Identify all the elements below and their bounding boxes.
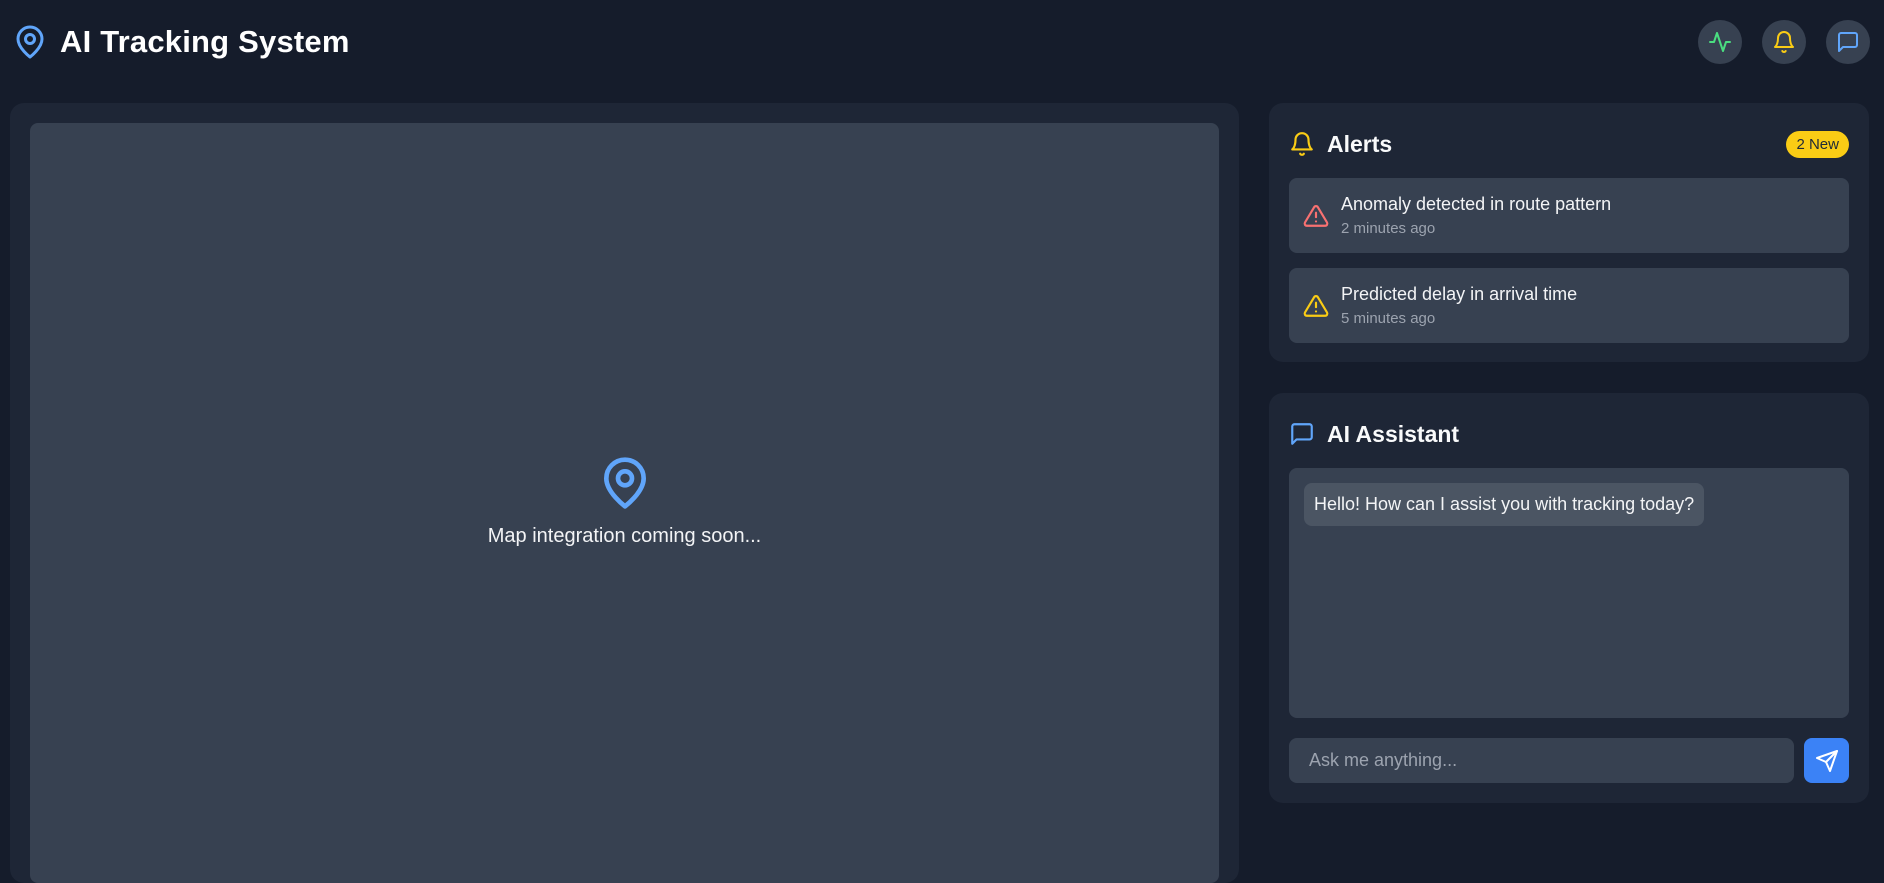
notifications-button[interactable] xyxy=(1762,20,1806,64)
alert-time: 2 minutes ago xyxy=(1341,220,1436,237)
assistant-title: AI Assistant xyxy=(1327,420,1460,447)
bell-icon xyxy=(1774,31,1794,53)
alert-triangle-icon xyxy=(1303,293,1329,319)
alerts-title: Alerts xyxy=(1327,130,1393,157)
map-placeholder-text: Map integration coming soon... xyxy=(487,525,762,547)
assistant-title-wrap: AI Assistant xyxy=(1289,421,1459,448)
assistant-message: Hello! How can I assist you with trackin… xyxy=(1304,483,1705,526)
map-placeholder: Map integration coming soon... xyxy=(30,455,1219,548)
alert-triangle-icon xyxy=(1303,203,1329,229)
chat-input[interactable] xyxy=(1289,738,1794,783)
alert-item[interactable]: Predicted delay in arrival time 5 minute… xyxy=(1289,268,1849,343)
send-button[interactable] xyxy=(1804,738,1849,783)
assistant-header: AI Assistant xyxy=(1289,415,1849,453)
activity-button[interactable] xyxy=(1698,20,1742,64)
bell-icon xyxy=(1289,131,1315,157)
alert-title: Predicted delay in arrival time xyxy=(1341,284,1578,304)
alert-text: Anomaly detected in route pattern 2 minu… xyxy=(1341,194,1611,237)
assistant-panel: AI Assistant Hello! How can I assist you… xyxy=(1269,393,1869,803)
new-alerts-badge: 2 New xyxy=(1786,130,1849,158)
message-square-icon xyxy=(1838,32,1858,52)
alerts-title-wrap: Alerts xyxy=(1289,131,1392,158)
header-actions xyxy=(1698,20,1870,64)
app-title: AI Tracking System xyxy=(60,24,350,59)
activity-icon xyxy=(1709,32,1731,52)
brand: AI Tracking System xyxy=(12,24,350,60)
alerts-panel: Alerts 2 New Anomaly detected in route p… xyxy=(1269,103,1869,362)
chat-messages[interactable]: Hello! How can I assist you with trackin… xyxy=(1289,468,1849,718)
send-icon xyxy=(1815,749,1838,772)
map-panel: Map integration coming soon... xyxy=(10,103,1239,883)
alert-text: Predicted delay in arrival time 5 minute… xyxy=(1341,284,1577,327)
map-pin-icon xyxy=(12,24,48,60)
alert-time: 5 minutes ago xyxy=(1341,310,1436,327)
alerts-header: Alerts 2 New xyxy=(1289,125,1849,163)
app-header: AI Tracking System xyxy=(0,0,1884,84)
messages-button[interactable] xyxy=(1826,20,1870,64)
chat-input-row xyxy=(1289,738,1849,783)
map-area[interactable]: Map integration coming soon... xyxy=(30,123,1219,883)
alert-title: Anomaly detected in route pattern xyxy=(1341,194,1612,214)
map-pin-icon xyxy=(597,455,653,511)
alert-item[interactable]: Anomaly detected in route pattern 2 minu… xyxy=(1289,178,1849,253)
message-square-icon xyxy=(1289,421,1315,447)
